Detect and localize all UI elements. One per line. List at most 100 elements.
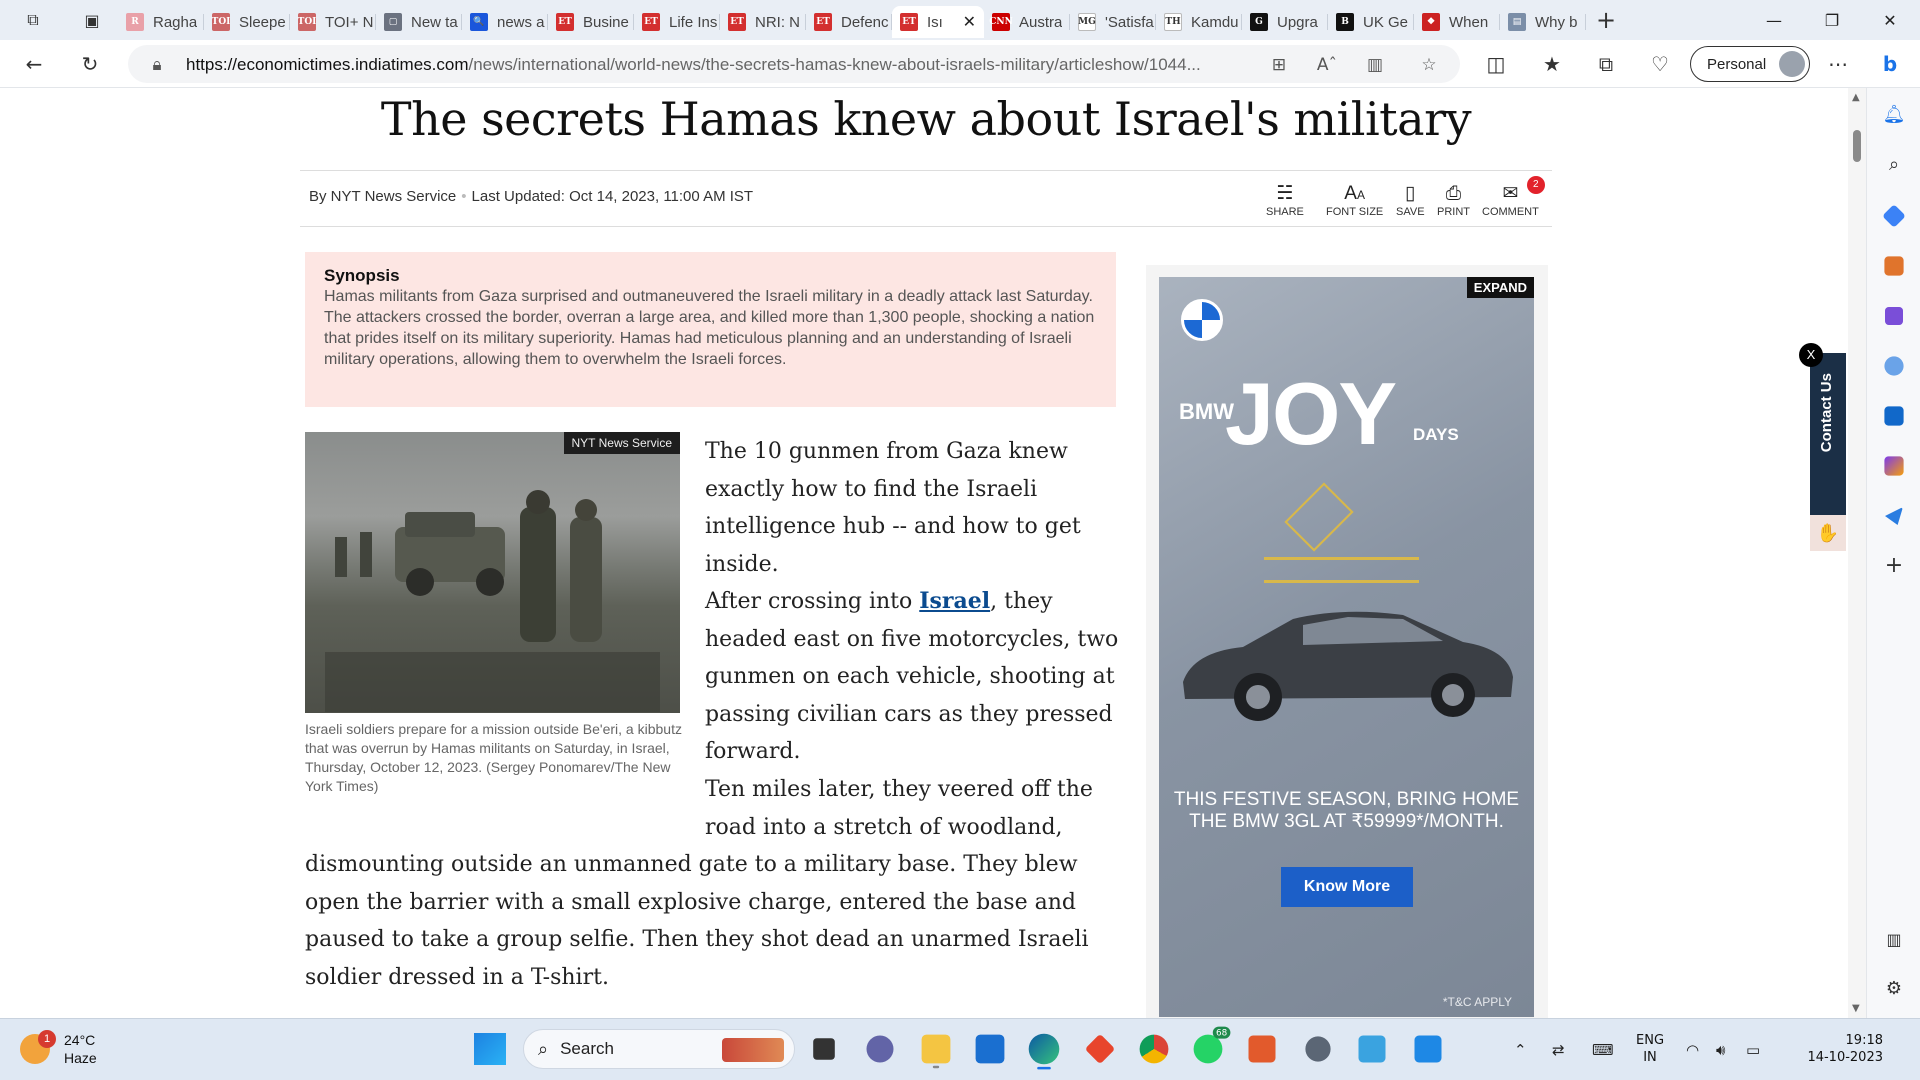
show-hidden-icons[interactable]: ⌃ (1514, 1041, 1527, 1059)
font-size-button[interactable]: AA FONT SIZE (1326, 182, 1383, 218)
browser-tab[interactable]: ET Life Ins (634, 6, 720, 38)
games-icon[interactable] (1885, 307, 1903, 325)
chrome-icon[interactable] (1139, 1034, 1169, 1064)
teams-chat-icon[interactable] (866, 1035, 894, 1063)
print-button[interactable]: ⎙ PRINT (1437, 182, 1470, 218)
ad-terms: *T&C APPLY (1442, 995, 1512, 1009)
new-tab-button[interactable]: + (1586, 6, 1626, 34)
presentation-app-icon[interactable] (1248, 1035, 1276, 1063)
system-clock[interactable]: 19:18 14-10-2023 (1783, 1032, 1883, 1066)
browser-tab[interactable]: ET NRI: N (720, 6, 806, 38)
refresh-button[interactable]: ↻ (74, 48, 106, 80)
photo-caption: Israeli soldiers prepare for a mission o… (305, 721, 682, 794)
back-button[interactable]: ← (18, 48, 50, 80)
minimize-button[interactable]: — (1748, 0, 1800, 40)
mail-icon[interactable] (975, 1034, 1005, 1064)
search-icon[interactable]: ⌕ (1882, 154, 1906, 178)
favorite-star-icon[interactable]: ☆ (1418, 54, 1440, 76)
restore-button[interactable]: ❐ (1806, 0, 1858, 40)
task-view-icon[interactable] (813, 1038, 835, 1060)
sidebar-panel-icon[interactable]: ▥ (1882, 930, 1906, 954)
contact-close-button[interactable]: X (1799, 343, 1823, 367)
israel-link[interactable]: Israel (919, 588, 990, 614)
bell-icon[interactable]: 🔔︎ (1882, 104, 1906, 128)
send-icon[interactable] (1885, 507, 1903, 525)
wifi-icon[interactable]: ◠ (1686, 1041, 1699, 1059)
browser-tab[interactable]: G Upgra (1242, 6, 1328, 38)
tab-label: Sleepe (239, 13, 286, 31)
bmw-advertisement[interactable]: EXPAND BMW JOY DAYS THIS FESTIVE SEASON,… (1159, 277, 1534, 1017)
browser-tab[interactable]: ET Busine (548, 6, 634, 38)
scroll-up-icon[interactable]: ▲ (1852, 92, 1860, 103)
page-scrollbar[interactable]: ▲ ▼ (1848, 88, 1866, 1018)
weather-widget[interactable]: 1 24°C Haze (20, 1030, 97, 1067)
copilot-icon[interactable]: b (1874, 48, 1906, 80)
save-button[interactable]: ▯ SAVE (1396, 182, 1425, 218)
edge-browser-icon[interactable] (1028, 1033, 1060, 1070)
browser-tab[interactable]: TOI TOI+ N (290, 6, 376, 38)
scroll-down-icon[interactable]: ▼ (1852, 1003, 1860, 1014)
author[interactable]: By NYT News Service (309, 188, 456, 205)
close-tab-icon[interactable]: ✕ (963, 12, 976, 32)
shopping-tag-icon[interactable] (1882, 204, 1906, 228)
browser-tab[interactable]: TH Kamdu (1156, 6, 1242, 38)
browser-tab[interactable]: B UK Ge (1328, 6, 1414, 38)
diamond-app-icon[interactable] (1084, 1033, 1116, 1065)
address-bar[interactable]: 🔒︎ https://economictimes.indiatimes.com/… (128, 45, 1460, 83)
browser-tab[interactable]: ET Isı ✕ (892, 6, 984, 38)
favorites-icon[interactable]: ★ (1536, 48, 1568, 80)
whatsapp-icon[interactable]: 68 (1193, 1026, 1231, 1064)
sync-icon[interactable]: ⇄ (1552, 1041, 1565, 1059)
file-explorer-icon[interactable] (921, 1034, 951, 1069)
profile-button[interactable]: Personal (1690, 46, 1810, 82)
taskbar-search[interactable]: ⌕ Search (523, 1029, 795, 1069)
collections-icon[interactable]: ⧉ (1590, 48, 1622, 80)
outlook-icon[interactable] (1884, 406, 1904, 426)
photo-credit: NYT News Service (563, 432, 680, 454)
bookmark-icon: ▯ (1405, 183, 1416, 204)
browser-tab[interactable]: MG 'Satisfa (1070, 6, 1156, 38)
keyboard-icon[interactable]: ⌨ (1592, 1041, 1614, 1059)
browser-tab[interactable]: 🔍 news a (462, 6, 548, 38)
comment-button[interactable]: ✉ COMMENT 2 (1482, 176, 1545, 218)
tools-icon[interactable] (1884, 256, 1904, 276)
browser-tab[interactable]: ▤ Why b (1500, 6, 1586, 38)
split-screen-icon[interactable]: ◫ (1480, 48, 1512, 80)
browser-tab[interactable]: TOI Sleepe (204, 6, 290, 38)
volume-icon[interactable]: 🔊︎ (1716, 1041, 1725, 1059)
settings-gear-icon[interactable]: ⚙ (1882, 978, 1906, 1002)
know-more-button[interactable]: Know More (1281, 867, 1413, 907)
browser-tab[interactable]: R Ragha (118, 6, 204, 38)
browser-tab[interactable]: ▢ New ta (376, 6, 462, 38)
designer-icon[interactable] (1884, 456, 1904, 476)
tab-actions-icon[interactable]: ▣ (66, 0, 118, 40)
close-window-button[interactable]: ✕ (1864, 0, 1916, 40)
vscode-icon[interactable] (1414, 1035, 1442, 1063)
ad-expand-button[interactable]: EXPAND (1466, 277, 1534, 298)
settings-icon[interactable] (1305, 1036, 1331, 1062)
microsoft-365-icon[interactable] (1884, 356, 1904, 376)
notepad-icon[interactable] (1358, 1035, 1386, 1063)
tab-favicon-icon: ET (814, 13, 832, 31)
app-available-icon[interactable]: ⊞ (1268, 54, 1290, 76)
browser-essentials-icon[interactable]: ♡ (1644, 48, 1676, 80)
language-indicator[interactable]: ENG IN (1636, 1032, 1664, 1066)
tab-favicon-icon: TH (1164, 13, 1182, 31)
add-sidebar-app-icon[interactable]: + (1882, 554, 1906, 578)
immersive-reader-icon[interactable]: ▥ (1364, 54, 1386, 76)
tab-label: Busine (583, 13, 629, 31)
share-button[interactable]: ☵ SHARE (1266, 182, 1304, 218)
battery-icon[interactable]: ▭ (1746, 1041, 1760, 1059)
browser-tab[interactable]: ❖ When (1414, 6, 1500, 38)
article-photo[interactable]: NYT News Service (305, 432, 680, 713)
lock-icon[interactable]: 🔒︎ (146, 54, 168, 76)
more-menu-icon[interactable]: ⋯ (1822, 48, 1854, 80)
start-button[interactable] (474, 1033, 506, 1065)
workspaces-icon[interactable]: ⧉ (0, 0, 66, 40)
read-aloud-icon[interactable]: Aˆ (1316, 54, 1338, 76)
contact-us-tab[interactable]: Contact Us ✋ (1810, 353, 1846, 551)
scrollbar-thumb[interactable] (1853, 130, 1861, 162)
url-text[interactable]: https://economictimes.indiatimes.com/new… (186, 55, 1201, 75)
browser-tab[interactable]: ET Defenc (806, 6, 892, 38)
browser-tab[interactable]: CNN Austra (984, 6, 1070, 38)
